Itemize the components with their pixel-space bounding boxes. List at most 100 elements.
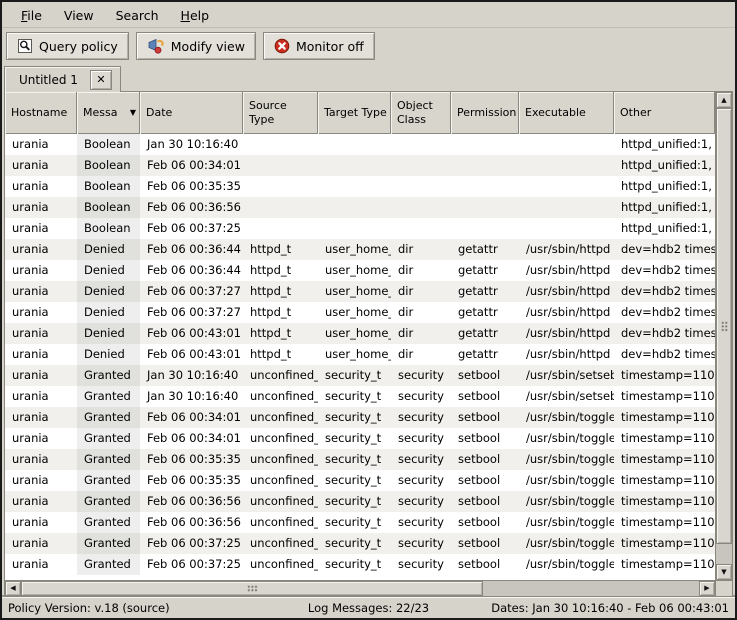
cell-object-class <box>391 134 451 155</box>
cell-messa: Granted <box>77 470 140 491</box>
cell-permission: getattr <box>451 302 519 323</box>
cell-executable: /usr/sbin/httpd <box>519 239 614 260</box>
cell-source-type <box>243 134 318 155</box>
toolbar: Query policy Modify view Monitor off <box>2 28 735 64</box>
cell-hostname: urania <box>5 428 77 449</box>
cell-target-type <box>318 176 391 197</box>
table-row[interactable]: uraniaBooleanFeb 06 00:34:01httpd_unifie… <box>5 155 715 176</box>
column-header-source-type[interactable]: Source Type <box>243 92 318 134</box>
cell-source-type: httpd_t <box>243 344 318 365</box>
cell-target-type: user_home_ <box>318 323 391 344</box>
column-header-messa[interactable]: Messa▼ <box>77 92 140 134</box>
menu-help[interactable]: Help <box>170 4 221 27</box>
cell-permission: setbool <box>451 533 519 554</box>
vertical-scrollbar[interactable]: ▲ ▼ <box>715 92 732 580</box>
column-header-hostname[interactable]: Hostname <box>5 92 77 134</box>
cell-executable: /usr/sbin/httpd <box>519 281 614 302</box>
scroll-left-button[interactable]: ◀ <box>5 581 21 596</box>
dates-status: Dates: Jan 30 10:16:40 - Feb 06 00:43:01 <box>491 601 729 615</box>
vertical-scrollbar-thumb[interactable] <box>716 108 732 544</box>
table-row[interactable]: uraniaGrantedJan 30 10:16:40unconfined_s… <box>5 386 715 407</box>
table-row[interactable]: uraniaGrantedFeb 06 00:34:01unconfined_s… <box>5 428 715 449</box>
table-row[interactable]: uraniaDeniedFeb 06 00:37:27httpd_tuser_h… <box>5 302 715 323</box>
table-row[interactable]: uraniaDeniedFeb 06 00:37:27httpd_tuser_h… <box>5 281 715 302</box>
query-policy-button[interactable]: Query policy <box>6 32 129 60</box>
cell-source-type: unconfined_ <box>243 428 318 449</box>
horizontal-scrollbar-thumb[interactable] <box>21 581 483 596</box>
table-row[interactable]: uraniaDeniedFeb 06 00:36:44httpd_tuser_h… <box>5 239 715 260</box>
scroll-right-button[interactable]: ▶ <box>699 581 715 596</box>
tab-untitled-1[interactable]: Untitled 1 ✕ <box>4 66 121 92</box>
cell-source-type <box>243 176 318 197</box>
cell-executable: /usr/sbin/toggle <box>519 554 614 575</box>
cell-source-type: unconfined_ <box>243 470 318 491</box>
cell-permission: setbool <box>451 407 519 428</box>
cell-other: dev=hdb2 timesta <box>614 302 715 323</box>
cell-messa: Granted <box>77 512 140 533</box>
cell-hostname: urania <box>5 512 77 533</box>
scrollbar-grip <box>247 585 258 592</box>
cell-target-type: security_t <box>318 365 391 386</box>
table-row[interactable]: uraniaDeniedFeb 06 00:36:44httpd_tuser_h… <box>5 260 715 281</box>
column-header-executable[interactable]: Executable <box>519 92 614 134</box>
table-row[interactable]: uraniaGrantedFeb 06 00:36:56unconfined_s… <box>5 512 715 533</box>
cell-executable: /usr/sbin/toggle <box>519 428 614 449</box>
cell-executable: /usr/sbin/setseb <box>519 386 614 407</box>
cell-executable <box>519 134 614 155</box>
tab-close-button[interactable]: ✕ <box>90 70 112 90</box>
menu-bar: File View Search Help <box>2 2 735 28</box>
cell-executable: /usr/sbin/httpd <box>519 344 614 365</box>
menu-search[interactable]: Search <box>105 4 170 27</box>
cell-permission: setbool <box>451 386 519 407</box>
table-row[interactable]: uraniaBooleanFeb 06 00:35:35httpd_unifie… <box>5 176 715 197</box>
cell-other: timestamp=11076 <box>614 449 715 470</box>
cell-executable: /usr/sbin/toggle <box>519 407 614 428</box>
seaudit-window: File View Search Help Query policy <box>0 0 737 620</box>
table-row[interactable]: uraniaGrantedFeb 06 00:36:56unconfined_s… <box>5 491 715 512</box>
table-row[interactable]: uraniaDeniedFeb 06 00:43:01httpd_tuser_h… <box>5 344 715 365</box>
cell-date: Feb 06 00:34:01 <box>140 407 243 428</box>
monitor-off-button[interactable]: Monitor off <box>263 32 375 60</box>
column-header-object-class[interactable]: Object Class <box>391 92 451 134</box>
cell-object-class: security <box>391 554 451 575</box>
cell-target-type: security_t <box>318 407 391 428</box>
table-row[interactable]: uraniaBooleanFeb 06 00:36:56httpd_unifie… <box>5 197 715 218</box>
cell-messa: Denied <box>77 302 140 323</box>
column-header-target-type[interactable]: Target Type <box>318 92 391 134</box>
menu-view[interactable]: View <box>53 4 105 27</box>
cell-date: Feb 06 00:43:01 <box>140 323 243 344</box>
table-row[interactable]: uraniaGrantedFeb 06 00:35:35unconfined_s… <box>5 449 715 470</box>
cell-target-type <box>318 134 391 155</box>
horizontal-scrollbar-track[interactable] <box>483 581 699 596</box>
table-row[interactable]: uraniaDeniedFeb 06 00:43:01httpd_tuser_h… <box>5 323 715 344</box>
column-header-other[interactable]: Other <box>614 92 715 134</box>
tab-label: Untitled 1 <box>19 73 78 87</box>
modify-view-button[interactable]: Modify view <box>136 32 256 60</box>
menu-file[interactable]: File <box>10 4 53 27</box>
cell-hostname: urania <box>5 491 77 512</box>
table-row[interactable]: uraniaGrantedJan 30 10:16:40unconfined_s… <box>5 365 715 386</box>
table-row[interactable]: uraniaGrantedFeb 06 00:35:35unconfined_s… <box>5 470 715 491</box>
sort-descending-icon: ▼ <box>126 108 136 118</box>
scroll-up-button[interactable]: ▲ <box>716 92 732 108</box>
cell-executable: /usr/sbin/httpd <box>519 302 614 323</box>
horizontal-scrollbar[interactable]: ◀ ▶ <box>5 580 715 596</box>
column-header-permission[interactable]: Permission <box>451 92 519 134</box>
cell-other: httpd_unified:1, h <box>614 176 715 197</box>
cell-source-type <box>243 218 318 239</box>
cell-messa: Granted <box>77 533 140 554</box>
table-row[interactable]: uraniaGrantedFeb 06 00:37:25unconfined_s… <box>5 533 715 554</box>
scroll-down-button[interactable]: ▼ <box>716 564 732 580</box>
vertical-scrollbar-track[interactable] <box>716 544 732 564</box>
cell-object-class: security <box>391 428 451 449</box>
cell-permission: setbool <box>451 449 519 470</box>
column-header-date[interactable]: Date <box>140 92 243 134</box>
table-row[interactable]: uraniaBooleanFeb 06 00:37:25httpd_unifie… <box>5 218 715 239</box>
table-body: uraniaBooleanJan 30 10:16:40httpd_unifie… <box>5 134 715 580</box>
table-row[interactable]: uraniaGrantedFeb 06 00:34:01unconfined_s… <box>5 407 715 428</box>
cell-date: Jan 30 10:16:40 <box>140 134 243 155</box>
table-row[interactable]: uraniaBooleanJan 30 10:16:40httpd_unifie… <box>5 134 715 155</box>
cell-source-type: unconfined_ <box>243 533 318 554</box>
cell-executable: /usr/sbin/toggle <box>519 491 614 512</box>
table-row[interactable]: uraniaGrantedFeb 06 00:37:25unconfined_s… <box>5 554 715 575</box>
